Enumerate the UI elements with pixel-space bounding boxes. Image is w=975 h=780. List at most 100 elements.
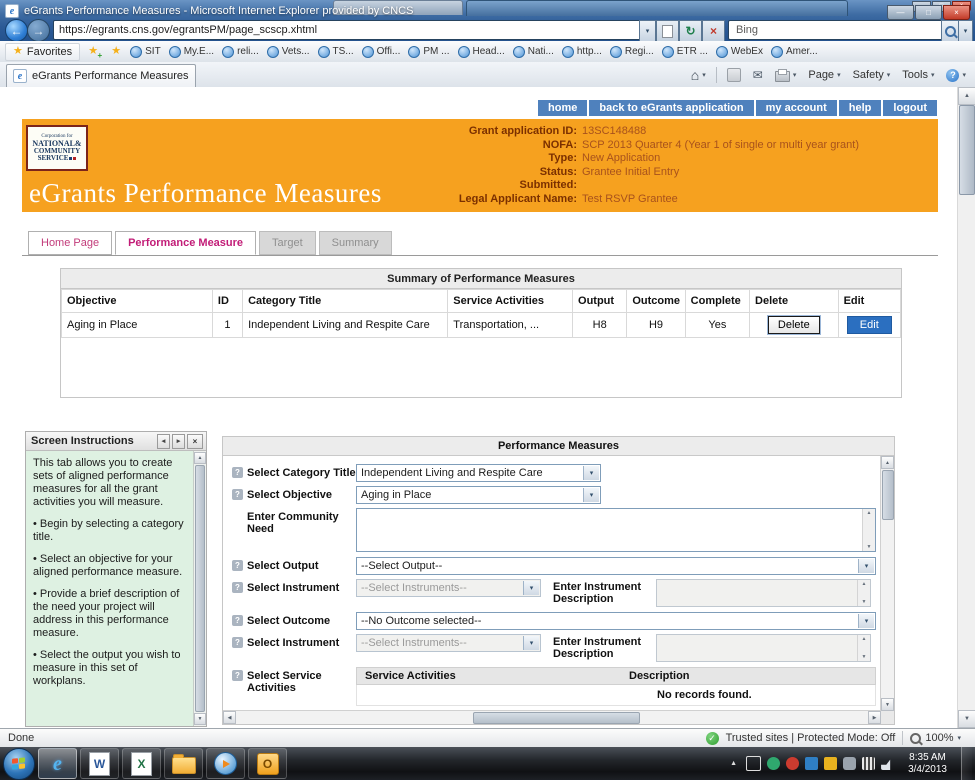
tray-icon[interactable] — [843, 757, 856, 770]
instructions-prev-button[interactable]: ◂ — [157, 434, 170, 449]
scroll-left-icon[interactable]: ◀ — [223, 711, 236, 724]
scrollbar-thumb[interactable] — [882, 470, 894, 520]
page-menu-button[interactable]: Page ▾ — [803, 67, 845, 83]
search-input[interactable]: Bing — [728, 20, 947, 40]
add-favorite-button[interactable]: ★ + — [83, 44, 103, 60]
maximize-button[interactable]: □ — [915, 5, 942, 20]
forward-button[interactable]: → — [27, 19, 50, 42]
tray-icon[interactable] — [824, 757, 837, 770]
tray-show-hidden-icon[interactable]: ▲ — [727, 757, 740, 770]
tools-menu-button[interactable]: Tools ▾ — [897, 67, 939, 83]
nav-logout-button[interactable]: logout — [883, 100, 937, 116]
help-question-icon[interactable]: ? — [232, 467, 243, 478]
search-button[interactable] — [941, 20, 959, 42]
minimize-button[interactable]: — — [887, 5, 914, 20]
favorite-link[interactable]: Amer... — [767, 44, 822, 60]
refresh-button[interactable]: ↻ — [679, 20, 702, 42]
zoom-control[interactable]: 100% ▾ — [910, 732, 967, 744]
help-question-icon[interactable]: ? — [232, 670, 243, 681]
favorite-link[interactable]: Regi... — [606, 44, 658, 60]
tray-icon[interactable] — [786, 757, 799, 770]
scroll-up-icon[interactable]: ▲ — [867, 510, 872, 516]
community-need-textarea[interactable]: ▲▼ — [356, 508, 876, 552]
form-vertical-scrollbar[interactable]: ▲ ▼ — [880, 456, 894, 711]
scroll-right-icon[interactable]: ▶ — [868, 711, 881, 724]
taskbar-media-button[interactable] — [206, 748, 245, 779]
instructions-next-button[interactable]: ▸ — [172, 434, 185, 449]
tray-icon[interactable] — [767, 757, 780, 770]
nav-back-to-egrants-button[interactable]: back to eGrants application — [589, 100, 753, 116]
tab-home-page[interactable]: Home Page — [28, 231, 112, 255]
print-button[interactable]: ▾ — [770, 66, 802, 84]
taskbar-explorer-button[interactable] — [164, 748, 203, 779]
scroll-down-icon[interactable]: ▼ — [958, 710, 975, 728]
tray-network-icon[interactable] — [862, 757, 875, 770]
compatibility-view-button[interactable] — [656, 20, 679, 42]
scroll-up-icon[interactable]: ▲ — [194, 452, 206, 464]
favorite-link[interactable]: reli... — [218, 44, 263, 60]
nav-help-button[interactable]: help — [839, 100, 882, 116]
help-question-icon[interactable]: ? — [232, 637, 243, 648]
favorite-link[interactable]: SIT — [126, 44, 165, 60]
add-to-favorites-bar-button[interactable]: ★ — [106, 44, 126, 60]
search-dropdown-button[interactable]: ▾ — [958, 20, 973, 42]
outcome-select[interactable]: --No Outcome selected-- ▾ — [356, 612, 876, 630]
tray-volume-icon[interactable] — [881, 757, 894, 770]
help-question-icon[interactable]: ? — [232, 489, 243, 500]
help-button[interactable]: ? ▾ — [941, 67, 971, 84]
start-button[interactable] — [3, 748, 35, 780]
help-question-icon[interactable]: ? — [232, 615, 243, 626]
address-input[interactable]: https://egrants.cns.gov/egrantsPM/page_s… — [53, 20, 649, 40]
delete-button[interactable]: Delete — [768, 316, 820, 334]
objective-select[interactable]: Aging in Place ▾ — [356, 486, 601, 504]
form-horizontal-scrollbar[interactable]: ◀ ▶ — [223, 710, 881, 724]
tray-icon[interactable] — [746, 756, 761, 771]
favorite-link[interactable]: PM ... — [404, 44, 453, 60]
output-select[interactable]: --Select Output-- ▾ — [356, 557, 876, 575]
safety-menu-button[interactable]: Safety ▾ — [848, 67, 896, 83]
favorite-link[interactable]: Vets... — [263, 44, 314, 60]
edit-button[interactable]: Edit — [847, 316, 892, 334]
favorite-link[interactable]: WebEx — [712, 44, 767, 60]
favorite-link[interactable]: http... — [558, 44, 606, 60]
nav-home-button[interactable]: home — [538, 100, 587, 116]
textarea-scrollbar[interactable]: ▲▼ — [862, 509, 875, 551]
feeds-button[interactable] — [722, 66, 746, 84]
stop-button[interactable]: × — [702, 20, 725, 42]
instructions-scrollbar[interactable]: ▲ ▼ — [193, 451, 206, 726]
taskbar-ie-button[interactable]: e — [38, 748, 77, 779]
scroll-down-icon[interactable]: ▼ — [867, 544, 872, 550]
show-desktop-button[interactable] — [961, 747, 972, 780]
close-button[interactable]: × — [943, 5, 970, 20]
taskbar-word-button[interactable]: W — [80, 748, 119, 779]
scrollbar-thumb[interactable] — [195, 465, 205, 712]
favorites-button[interactable]: ★ Favorites — [5, 43, 80, 61]
help-question-icon[interactable]: ? — [232, 560, 243, 571]
scroll-down-icon[interactable]: ▼ — [194, 713, 206, 725]
instructions-close-button[interactable]: × — [187, 434, 203, 449]
taskbar-excel-button[interactable]: X — [122, 748, 161, 779]
address-dropdown-button[interactable]: ▾ — [639, 20, 656, 42]
read-mail-button[interactable]: ✉ — [748, 67, 768, 83]
category-select[interactable]: Independent Living and Respite Care ▾ — [356, 464, 601, 482]
page-vertical-scrollbar[interactable]: ▲ ▼ — [957, 87, 975, 728]
scroll-up-icon[interactable]: ▲ — [958, 87, 975, 105]
help-question-icon[interactable]: ? — [232, 582, 243, 593]
scrollbar-thumb[interactable] — [473, 712, 640, 724]
favorite-link[interactable]: Offi... — [358, 44, 405, 60]
tray-icon[interactable] — [805, 757, 818, 770]
back-button[interactable]: ← — [5, 19, 28, 42]
browser-tab[interactable]: e eGrants Performance Measures — [6, 64, 196, 87]
favorite-link[interactable]: Head... — [454, 44, 509, 60]
tab-performance-measure[interactable]: Performance Measure — [115, 231, 256, 255]
favorite-link[interactable]: My.E... — [165, 44, 218, 60]
home-button[interactable]: ⌂ ▾ — [686, 66, 711, 84]
favorite-link[interactable]: Nati... — [509, 44, 558, 60]
scroll-down-icon[interactable]: ▼ — [881, 698, 894, 711]
scroll-up-icon[interactable]: ▲ — [881, 456, 894, 469]
scrollbar-thumb[interactable] — [959, 105, 975, 195]
favorite-link[interactable]: ETR ... — [658, 44, 712, 60]
nav-my-account-button[interactable]: my account — [756, 100, 837, 116]
taskbar-outlook-button[interactable]: O — [248, 748, 287, 779]
taskbar-clock[interactable]: 8:35 AM 3/4/2013 — [900, 752, 955, 776]
